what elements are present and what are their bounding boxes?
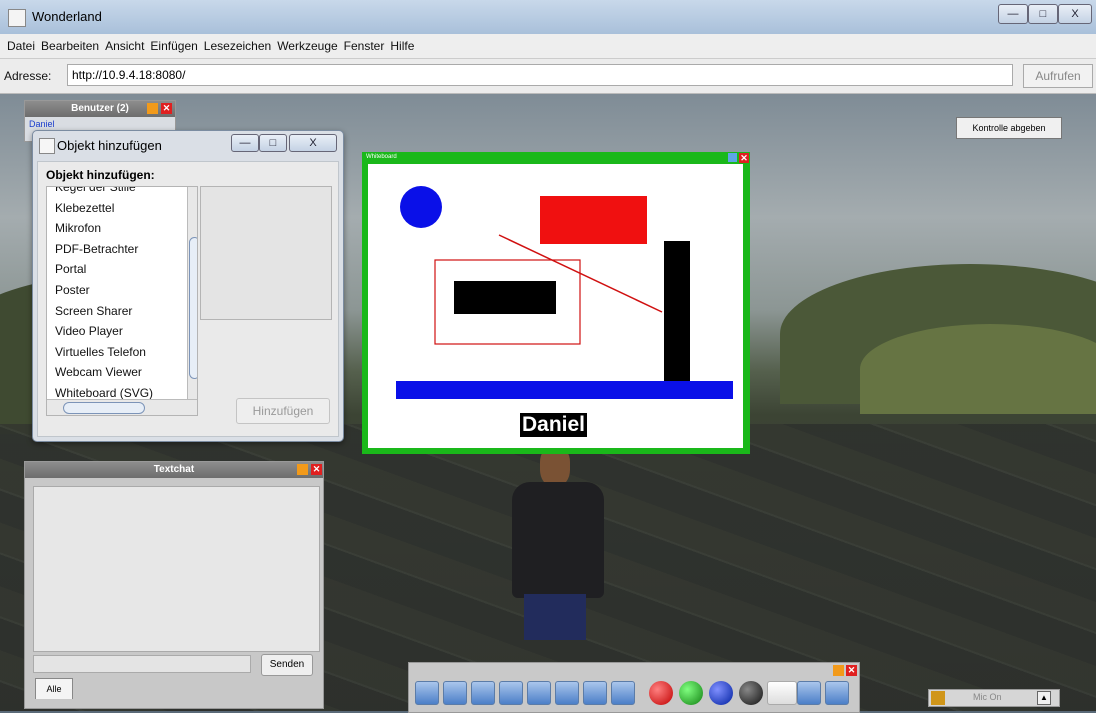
drawn-black-rect bbox=[454, 281, 556, 314]
avatar-name-label: Daniel bbox=[520, 413, 588, 437]
whiteboard-title: Whiteboard bbox=[366, 154, 397, 160]
ellipse-tool-icon[interactable] bbox=[555, 681, 579, 705]
list-item[interactable]: Mikrofon bbox=[47, 218, 197, 239]
horizontal-scrollbar[interactable] bbox=[47, 399, 197, 415]
avatar-body bbox=[512, 482, 604, 598]
menu-bar: Datei Bearbeiten Ansicht Einfügen Lesezeiche… bbox=[0, 34, 1096, 59]
rectangle-tool-icon[interactable] bbox=[527, 681, 551, 705]
user-entry[interactable]: Daniel bbox=[29, 119, 55, 129]
green-color-icon[interactable] bbox=[679, 681, 703, 705]
mic-control[interactable]: Mic On ▲ bbox=[928, 689, 1060, 707]
textchat-panel: Textchat ✕ Senden Alle bbox=[24, 461, 324, 709]
mic-icon bbox=[931, 691, 945, 705]
list-item[interactable]: PDF-Betrachter bbox=[47, 239, 197, 260]
blue-color-icon[interactable] bbox=[709, 681, 733, 705]
object-list[interactable]: Kegel der Stille Klebezettel Mikrofon PD… bbox=[46, 186, 198, 416]
drawn-circle bbox=[400, 186, 442, 228]
whiteboard-canvas[interactable]: Daniel bbox=[368, 164, 743, 448]
close-button[interactable]: X bbox=[1058, 4, 1092, 24]
menu-datei[interactable]: Datei bbox=[4, 34, 38, 58]
dialog-close-button[interactable]: X bbox=[289, 134, 337, 152]
whiteboard-toolbar: ✕ bbox=[408, 662, 860, 713]
chevron-up-icon[interactable]: ▲ bbox=[1037, 691, 1051, 705]
list-item[interactable]: Video Player bbox=[47, 321, 197, 342]
restore-icon[interactable] bbox=[728, 153, 737, 162]
dialog-header: Objekt hinzufügen: bbox=[46, 168, 155, 182]
close-icon[interactable]: ✕ bbox=[846, 665, 857, 676]
drawn-black-bar bbox=[664, 241, 690, 383]
vertical-scrollbar[interactable] bbox=[187, 187, 197, 399]
pointer-tool-icon[interactable] bbox=[471, 681, 495, 705]
list-item[interactable]: Portal bbox=[47, 259, 197, 280]
scroll-thumb[interactable] bbox=[63, 402, 145, 414]
minimize-icon[interactable] bbox=[297, 464, 308, 475]
avatar-legs bbox=[524, 594, 586, 640]
menu-lesezeichen[interactable]: Lesezeichen bbox=[201, 34, 274, 58]
java-app-icon bbox=[39, 138, 55, 154]
title-bar: Wonderland — □ X bbox=[0, 0, 1096, 35]
select-tool-icon[interactable] bbox=[415, 681, 439, 705]
object-preview bbox=[200, 186, 332, 320]
menu-werkzeuge[interactable]: Werkzeuge bbox=[274, 34, 340, 58]
dialog-minimize-button[interactable]: — bbox=[231, 134, 259, 152]
list-item[interactable]: Poster bbox=[47, 280, 197, 301]
scroll-thumb[interactable] bbox=[189, 237, 197, 379]
settings-icon[interactable] bbox=[797, 681, 821, 705]
minimize-icon[interactable] bbox=[833, 665, 844, 676]
dialog-body: Objekt hinzufügen: Kegel der Stille Kleb… bbox=[37, 161, 339, 437]
drawn-blue-bar bbox=[396, 381, 733, 399]
chat-input[interactable] bbox=[33, 655, 251, 673]
minimize-button[interactable]: — bbox=[998, 4, 1028, 24]
address-bar: Adresse: Aufrufen bbox=[0, 59, 1096, 94]
list-item[interactable]: Virtuelles Telefon bbox=[47, 342, 197, 363]
add-button[interactable]: Hinzufügen bbox=[236, 398, 330, 424]
add-object-dialog: Objekt hinzufügen — □ X Objekt hinzufüge… bbox=[32, 130, 344, 442]
copy-icon[interactable] bbox=[825, 681, 849, 705]
close-icon[interactable]: ✕ bbox=[161, 103, 172, 114]
go-button[interactable]: Aufrufen bbox=[1023, 64, 1093, 88]
window-title: Wonderland bbox=[32, 9, 102, 24]
text-tool-icon[interactable] bbox=[583, 681, 607, 705]
whiteboard-window: Whiteboard ✕ Daniel bbox=[362, 152, 750, 454]
hill bbox=[860, 324, 1096, 414]
list-item[interactable]: Kegel der Stille bbox=[47, 187, 197, 198]
drawn-red-rect bbox=[540, 196, 647, 244]
black-color-icon[interactable] bbox=[739, 681, 763, 705]
textchat-title: Textchat bbox=[25, 462, 323, 478]
list-item[interactable]: Klebezettel bbox=[47, 198, 197, 219]
list-item[interactable]: Screen Sharer bbox=[47, 301, 197, 322]
mic-label: Mic On bbox=[973, 692, 1002, 702]
chat-history bbox=[33, 486, 320, 652]
java-app-icon bbox=[8, 9, 26, 27]
close-icon[interactable]: ✕ bbox=[739, 153, 749, 163]
menu-hilfe[interactable]: Hilfe bbox=[387, 34, 417, 58]
line-tool-icon[interactable] bbox=[499, 681, 523, 705]
tab-alle[interactable]: Alle bbox=[35, 678, 73, 699]
release-control-button[interactable]: Kontrolle abgeben bbox=[956, 117, 1062, 139]
maximize-button[interactable]: □ bbox=[1028, 4, 1058, 24]
menu-fenster[interactable]: Fenster bbox=[341, 34, 388, 58]
dialog-maximize-button[interactable]: □ bbox=[259, 134, 287, 152]
red-color-icon[interactable] bbox=[649, 681, 673, 705]
image-tool-icon[interactable] bbox=[611, 681, 635, 705]
list-item[interactable]: Webcam Viewer bbox=[47, 362, 197, 383]
close-icon[interactable]: ✕ bbox=[311, 464, 322, 475]
minimize-icon[interactable] bbox=[147, 103, 158, 114]
whiteboard-drawing bbox=[396, 186, 733, 399]
menu-bearbeiten[interactable]: Bearbeiten bbox=[38, 34, 102, 58]
address-label: Adresse: bbox=[4, 69, 52, 83]
address-input[interactable] bbox=[67, 64, 1013, 86]
send-button[interactable]: Senden bbox=[261, 654, 313, 676]
dialog-title: Objekt hinzufügen bbox=[57, 138, 162, 153]
hand-tool-icon[interactable] bbox=[443, 681, 467, 705]
menu-ansicht[interactable]: Ansicht bbox=[102, 34, 147, 58]
menu-einfuegen[interactable]: Einfügen bbox=[147, 34, 200, 58]
fill-toggle-icon[interactable] bbox=[767, 681, 797, 705]
